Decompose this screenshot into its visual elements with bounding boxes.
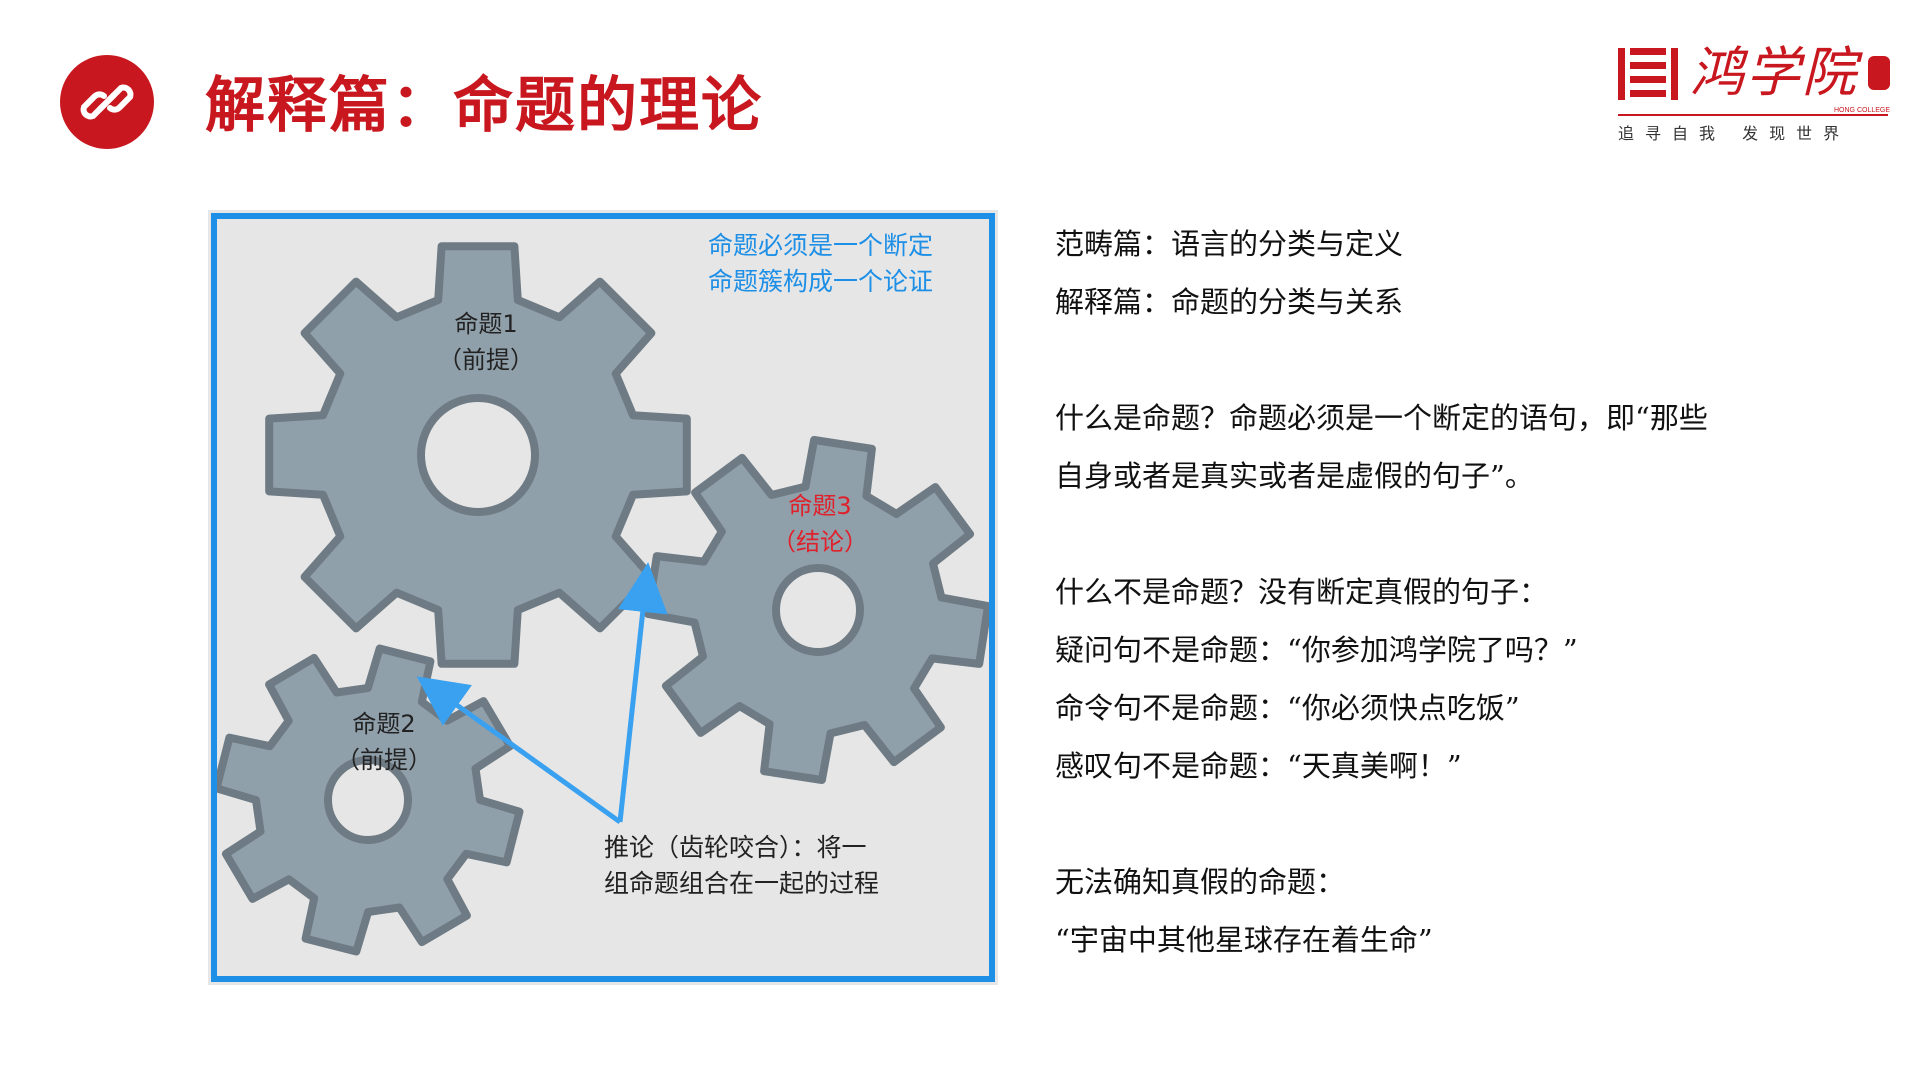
note-line: 组命题组合在一起的过程 (604, 869, 880, 898)
college-logo: 鸿学院 HONG COLLEGE 追寻自我 发现世界 (1610, 38, 1900, 148)
gear-subtitle: （前提） (336, 746, 432, 774)
scope-line: 范畴篇：语言的分类与定义 (1055, 227, 1404, 261)
note-line: 命题簇构成一个论证 (708, 267, 934, 296)
page-title: 解释篇：命题的理论 (205, 71, 763, 141)
link-icon (80, 84, 134, 120)
logo-name: 鸿学院 (1690, 41, 1858, 104)
definition-line: 什么是命题？命题必须是一个断定的语句，即“那些 (1055, 401, 1708, 435)
unknown-line: 无法确知真假的命题： (1055, 865, 1346, 899)
gear-label-proposition-3: 命题3 （结论） (772, 488, 868, 560)
seal-icon (1868, 56, 1890, 90)
gear-icon (212, 644, 524, 956)
gear-title: 命题2 (352, 710, 416, 738)
non-proposition-line: 命令句不是命题：“你必须快点吃饭” (1055, 691, 1520, 725)
content-panel: 范畴篇：语言的分类与定义 解释篇：命题的分类与关系 什么是命题？命题必须是一个断… (1055, 215, 1875, 969)
title-badge (60, 55, 154, 149)
note-line: 命题必须是一个断定 (708, 231, 934, 260)
scope-line: 解释篇：命题的分类与关系 (1055, 285, 1404, 319)
note-line: 推论（齿轮咬合）：将一 (604, 833, 867, 862)
inference-arrow (617, 562, 668, 823)
gear-subtitle: （结论） (772, 528, 868, 556)
logo-divider (1618, 114, 1888, 116)
logo-english: HONG COLLEGE (1832, 107, 1893, 114)
non-proposition-line: 疑问句不是命题：“你参加鸿学院了吗？” (1055, 633, 1578, 667)
gear-label-proposition-2: 命题2 （前提） (336, 706, 432, 778)
proposition-note: 命题必须是一个断定 命题簇构成一个论证 (708, 228, 933, 300)
non-proposition-line: 什么不是命题？没有断定真假的句子： (1055, 575, 1549, 609)
gear-subtitle: （前提） (438, 346, 534, 374)
gear-label-proposition-1: 命题1 （前提） (438, 306, 534, 378)
logo-slogan: 追寻自我 发现世界 (1618, 124, 1851, 143)
gear-title: 命题3 (788, 492, 852, 520)
gear-title: 命题1 (454, 310, 518, 338)
logo-mark-icon (1618, 48, 1678, 100)
gear-diagram: 命题必须是一个断定 命题簇构成一个论证 命题1 （前提） 命题2 （前提） 命题… (208, 210, 998, 985)
non-proposition-line: 感叹句不是命题：“天真美啊！” (1055, 749, 1462, 783)
gear-diagram-svg (211, 213, 995, 982)
unknown-line: “宇宙中其他星球存在着生命” (1055, 923, 1433, 957)
definition-line: 自身或者是真实或者是虚假的句子”。 (1055, 459, 1534, 493)
inference-note: 推论（齿轮咬合）：将一 组命题组合在一起的过程 (604, 830, 879, 902)
